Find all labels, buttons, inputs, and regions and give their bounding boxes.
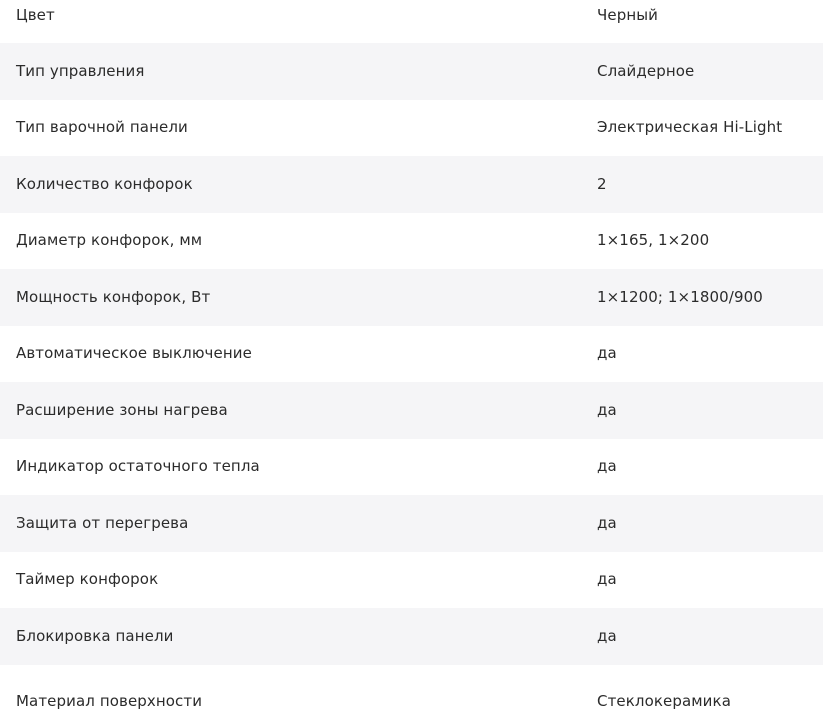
spec-row-burner-diameter: Диаметр конфорок, мм 1×165, 1×200 <box>0 212 823 269</box>
spec-label: Таймер конфорок <box>16 570 159 589</box>
spec-row-overheat-protection: Защита от перегрева да <box>0 495 823 552</box>
spec-value: да <box>597 457 617 476</box>
spec-row-burner-count: Количество конфорок 2 <box>0 156 823 213</box>
spec-row-auto-off: Автоматическое выключение да <box>0 325 823 382</box>
spec-label: Материал поверхности <box>16 692 203 711</box>
spec-label: Тип варочной панели <box>16 118 188 137</box>
spec-row-burner-power: Мощность конфорок, Вт 1×1200; 1×1800/900 <box>0 269 823 326</box>
spec-row-hob-type: Тип варочной панели Электрическая Hi-Lig… <box>0 99 823 156</box>
spec-label: Цвет <box>16 6 55 25</box>
spec-label: Мощность конфорок, Вт <box>16 288 211 307</box>
spec-label: Блокировка панели <box>16 627 174 646</box>
spec-value: 2 <box>597 175 607 194</box>
spec-label: Защита от перегрева <box>16 514 189 533</box>
spec-value: да <box>597 570 617 589</box>
spec-row-panel-lock: Блокировка панели да <box>0 608 823 665</box>
spec-value: 1×165, 1×200 <box>597 231 710 250</box>
spec-label: Тип управления <box>16 62 145 81</box>
spec-value: Стеклокерамика <box>597 692 731 711</box>
spec-row-zone-extension: Расширение зоны нагрева да <box>0 382 823 439</box>
spec-label: Диаметр конфорок, мм <box>16 231 203 250</box>
spec-row-control-type: Тип управления Слайдерное <box>0 43 823 100</box>
spec-row-color: Цвет Черный <box>0 0 823 44</box>
spec-value: Электрическая Hi-Light <box>597 118 783 137</box>
spec-value: 1×1200; 1×1800/900 <box>597 288 763 307</box>
spec-value: да <box>597 514 617 533</box>
spec-value: да <box>597 627 617 646</box>
spec-label: Количество конфорок <box>16 175 193 194</box>
specs-table: Цвет Черный Тип управления Слайдерное Ти… <box>0 0 823 727</box>
spec-value: да <box>597 344 617 363</box>
spec-row-residual-heat: Индикатор остаточного тепла да <box>0 438 823 495</box>
spec-row-surface-material: Материал поверхности Стеклокерамика <box>0 673 823 727</box>
spec-label: Расширение зоны нагрева <box>16 401 228 420</box>
spec-row-burner-timer: Таймер конфорок да <box>0 551 823 608</box>
spec-label: Автоматическое выключение <box>16 344 252 363</box>
spec-label: Индикатор остаточного тепла <box>16 457 260 476</box>
spec-value: Черный <box>597 6 659 25</box>
spec-value: Слайдерное <box>597 62 695 81</box>
spec-value: да <box>597 401 617 420</box>
